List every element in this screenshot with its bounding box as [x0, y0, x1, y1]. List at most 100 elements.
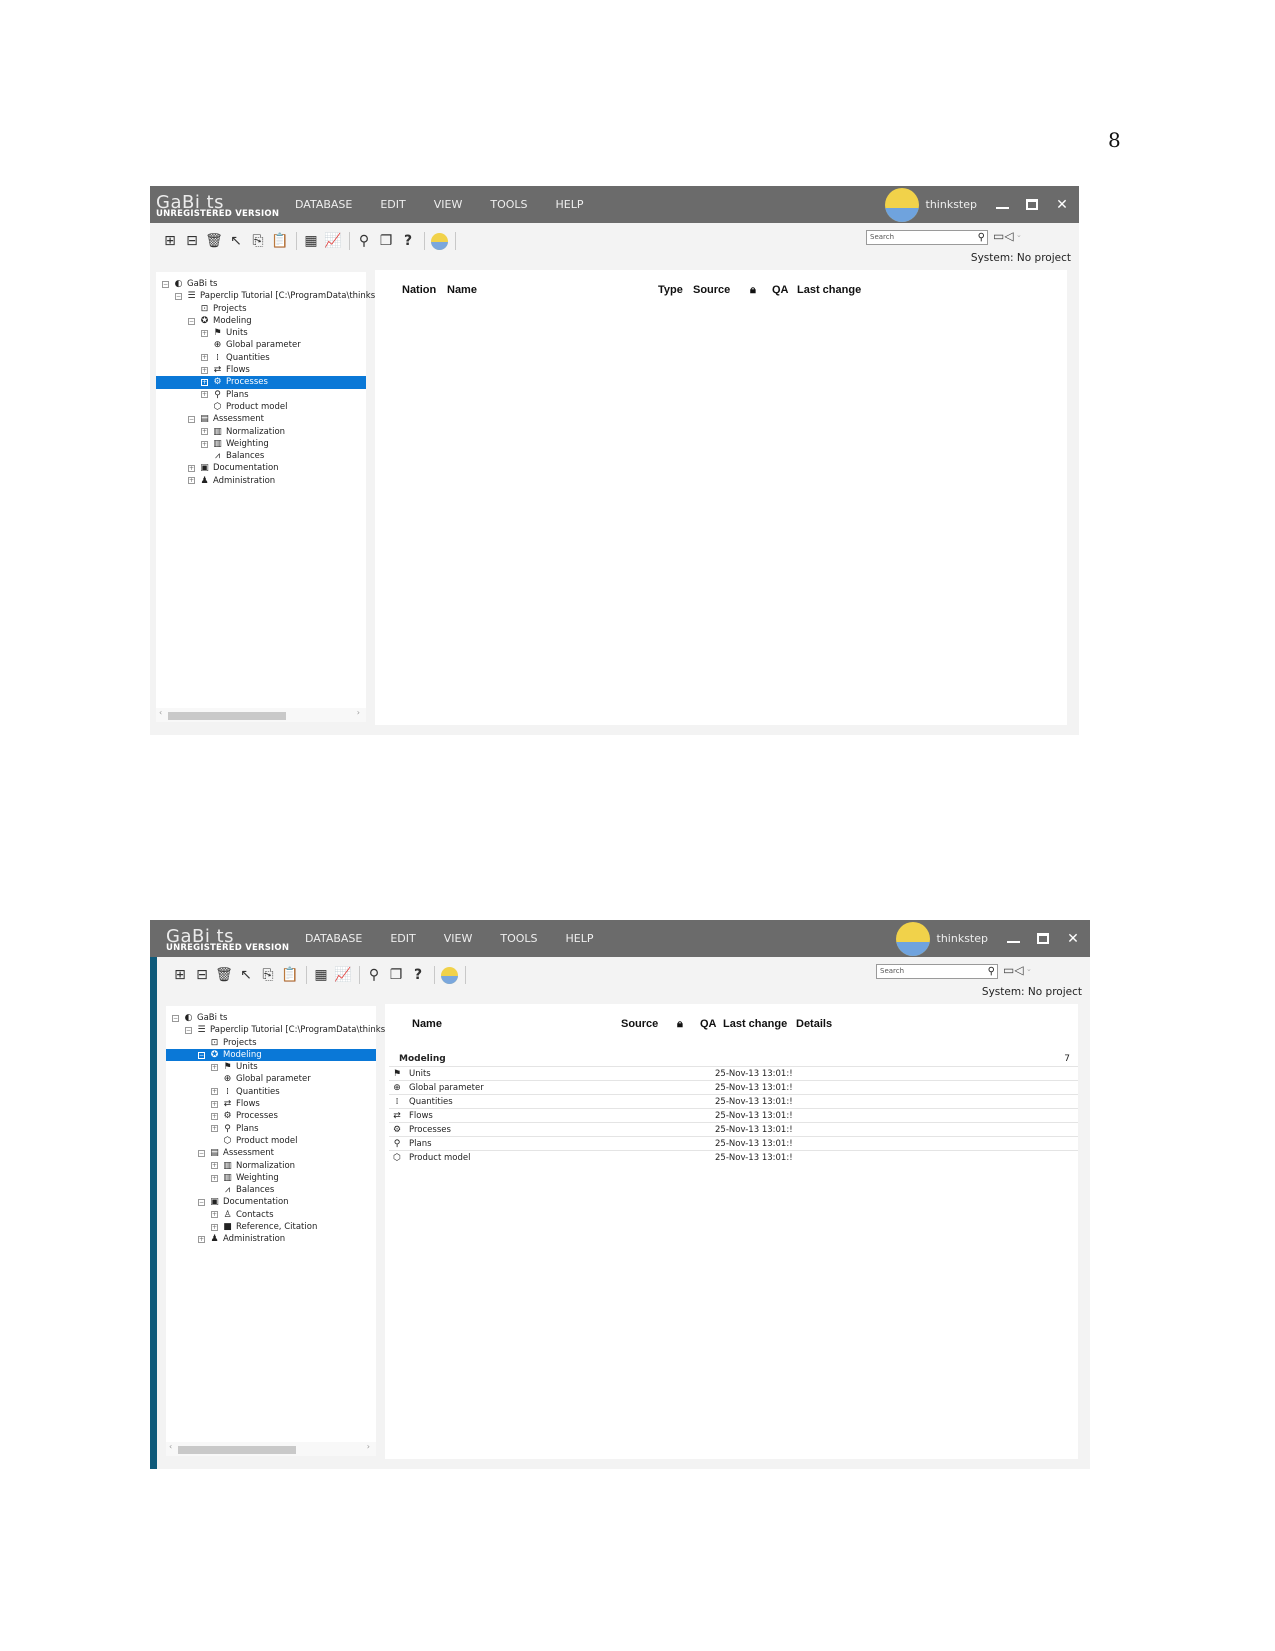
table-row[interactable]: ⇄ Flows 25-Nov-13 13:01:!	[389, 1108, 1078, 1122]
expand-icon[interactable]: +	[201, 366, 208, 374]
expand-icon[interactable]: +	[201, 329, 208, 337]
camera-icon[interactable]: ▭◁	[1003, 963, 1024, 977]
column-type[interactable]: Type	[658, 284, 683, 296]
delete-icon[interactable]: 🗑	[204, 231, 224, 251]
collapse-icon[interactable]: −	[185, 1026, 192, 1034]
menu-edit[interactable]: EDIT	[390, 932, 415, 945]
window-icon[interactable]: ❐	[386, 965, 406, 985]
tree-node-administration[interactable]: + ♟ Administration	[166, 1233, 376, 1245]
collapse-icon[interactable]: −	[198, 1051, 205, 1059]
help-icon[interactable]: ?	[398, 231, 418, 251]
tree-node-weighting[interactable]: + ▥ Weighting	[166, 1172, 376, 1184]
scroll-right-icon[interactable]: ›	[367, 1442, 370, 1451]
tree-node-normalization[interactable]: + ▥ Normalization	[156, 426, 366, 438]
menu-tools[interactable]: TOOLS	[500, 932, 537, 945]
tree-node-processes[interactable]: + ⚙ Processes	[166, 1110, 376, 1122]
paste-icon[interactable]: 📋	[270, 231, 290, 251]
tree-node-assessment[interactable]: − ▤ Assessment	[166, 1147, 376, 1159]
collapse-icon[interactable]: −	[188, 415, 195, 423]
menu-edit[interactable]: EDIT	[380, 198, 405, 211]
scrollbar-thumb[interactable]	[168, 712, 286, 720]
minimize-button[interactable]	[1000, 920, 1026, 957]
tree-node-units[interactable]: + ⚑ Units	[166, 1061, 376, 1073]
expand-icon[interactable]: +	[201, 428, 208, 436]
tree-node-paperclip-tutorial-c-programdata-thinks[interactable]: − ☰ Paperclip Tutorial [C:\ProgramData\thi…	[156, 290, 375, 302]
search-icon[interactable]: ⚲	[364, 965, 384, 985]
expand-icon[interactable]: +	[211, 1125, 218, 1133]
tree-node-balances[interactable]: ⩘ Balances	[166, 1184, 376, 1196]
tree-node-processes[interactable]: + ⚙ Processes	[156, 376, 366, 389]
tree-node-product-model[interactable]: ⬡ Product model	[166, 1135, 376, 1147]
expand-icon[interactable]: +	[188, 477, 195, 485]
column-details[interactable]: Details	[796, 1018, 832, 1030]
search-icon[interactable]: ⚲	[978, 231, 985, 244]
expand-icon[interactable]: +	[211, 1113, 218, 1121]
tree-node-contacts[interactable]: + ♙ Contacts	[166, 1209, 376, 1221]
column-qa[interactable]: QA	[772, 284, 789, 296]
tree-node-global-parameter[interactable]: ⊕ Global parameter	[156, 339, 366, 351]
scrollbar-thumb[interactable]	[178, 1446, 296, 1454]
thinkstep-icon[interactable]	[439, 965, 459, 985]
collapse-icon[interactable]: −	[198, 1149, 205, 1157]
expand-icon[interactable]: +	[211, 1174, 218, 1182]
tree-node-projects[interactable]: ⊡ Projects	[156, 303, 366, 315]
tree-node-gabi-ts[interactable]: − ◐ GaBi ts	[166, 1012, 376, 1024]
menu-tools[interactable]: TOOLS	[490, 198, 527, 211]
tree-node-flows[interactable]: + ⇄ Flows	[166, 1098, 376, 1110]
menu-help[interactable]: HELP	[566, 932, 594, 945]
tree-node-modeling[interactable]: − ✪ Modeling	[156, 315, 366, 327]
open-icon[interactable]: ⊟	[182, 231, 202, 251]
copy-icon[interactable]: ⎘	[248, 231, 268, 251]
open-icon[interactable]: ⊟	[192, 965, 212, 985]
tree-node-reference-citation[interactable]: + ■ Reference, Citation	[166, 1221, 376, 1233]
table-row[interactable]: ⚑ Units 25-Nov-13 13:01:!	[389, 1066, 1078, 1080]
menu-database[interactable]: DATABASE	[305, 932, 362, 945]
close-button[interactable]: ✕	[1060, 920, 1086, 957]
tree-node-documentation[interactable]: + ▣ Documentation	[156, 462, 366, 474]
scroll-left-icon[interactable]: ‹	[169, 1442, 172, 1451]
chevron-down-icon[interactable]: ⌄	[1026, 965, 1032, 973]
column-source[interactable]: Source	[621, 1018, 658, 1030]
maximize-button[interactable]	[1030, 920, 1056, 957]
tree-node-units[interactable]: + ⚑ Units	[156, 327, 366, 339]
new-icon[interactable]: ⊞	[160, 231, 180, 251]
table-row[interactable]: ⁞ Quantities 25-Nov-13 13:01:!	[389, 1094, 1078, 1108]
search-icon[interactable]: ⚲	[354, 231, 374, 251]
delete-icon[interactable]: 🗑	[214, 965, 234, 985]
expand-icon[interactable]: +	[201, 391, 208, 399]
expand-icon[interactable]: +	[211, 1162, 218, 1170]
tree-node-plans[interactable]: + ⚲ Plans	[156, 389, 366, 401]
expand-icon[interactable]: +	[188, 465, 195, 473]
tree-node-plans[interactable]: + ⚲ Plans	[166, 1123, 376, 1135]
tree-node-administration[interactable]: + ♟ Administration	[156, 475, 366, 487]
search-icon[interactable]: ⚲	[988, 965, 995, 978]
new-icon[interactable]: ⊞	[170, 965, 190, 985]
pointer-icon[interactable]: ↖	[236, 965, 256, 985]
column-qa[interactable]: QA	[700, 1018, 717, 1030]
search-input[interactable]: Search ⚲	[876, 964, 998, 979]
tree-node-quantities[interactable]: + ⁞ Quantities	[156, 352, 366, 364]
menu-database[interactable]: DATABASE	[295, 198, 352, 211]
help-icon[interactable]: ?	[408, 965, 428, 985]
horizontal-scrollbar[interactable]: ‹ ›	[166, 1442, 376, 1456]
collapse-icon[interactable]: −	[172, 1014, 179, 1022]
chart-icon[interactable]: 📈	[323, 231, 343, 251]
expand-icon[interactable]: +	[211, 1088, 218, 1096]
search-input[interactable]: Search ⚲	[866, 230, 988, 245]
horizontal-scrollbar[interactable]: ‹ ›	[156, 708, 366, 722]
expand-icon[interactable]: +	[198, 1235, 205, 1243]
menu-view[interactable]: VIEW	[444, 932, 473, 945]
tree-node-paperclip-tutorial-c-programdata-thinks[interactable]: − ☰ Paperclip Tutorial [C:\ProgramData\thi…	[166, 1024, 385, 1036]
window-icon[interactable]: ❐	[376, 231, 396, 251]
paste-icon[interactable]: 📋	[280, 965, 300, 985]
menu-view[interactable]: VIEW	[434, 198, 463, 211]
column-lock-icon[interactable]: 🔒︎	[750, 284, 756, 297]
column-name[interactable]: Name	[447, 284, 477, 296]
column-name[interactable]: Name	[412, 1018, 442, 1030]
tree-node-projects[interactable]: ⊡ Projects	[166, 1037, 376, 1049]
table-row[interactable]: ⊕ Global parameter 25-Nov-13 13:01:!	[389, 1080, 1078, 1094]
table-row[interactable]: ⚲ Plans 25-Nov-13 13:01:!	[389, 1136, 1078, 1150]
camera-icon[interactable]: ▭◁	[993, 229, 1014, 243]
table-row[interactable]: ⚙ Processes 25-Nov-13 13:01:!	[389, 1122, 1078, 1136]
chart-icon[interactable]: 📈	[333, 965, 353, 985]
